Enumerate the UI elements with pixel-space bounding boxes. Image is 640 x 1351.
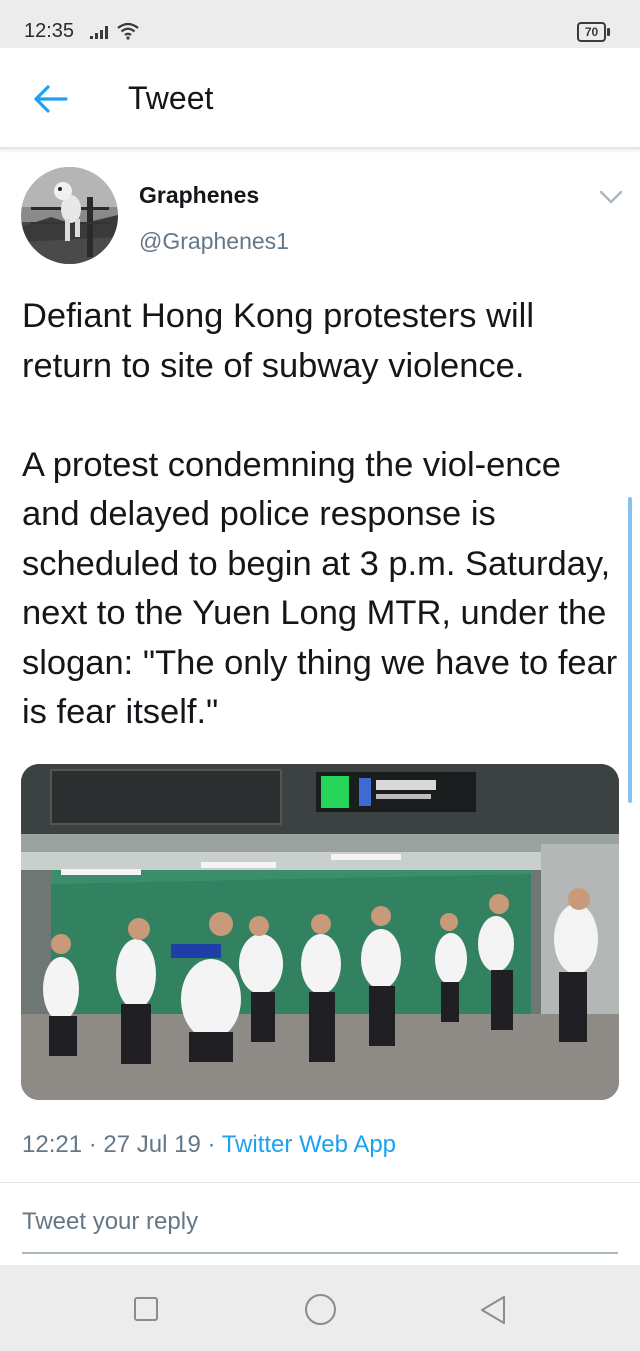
recent-apps-icon[interactable] (134, 1297, 158, 1321)
signal-icon (90, 26, 108, 39)
arrow-left-icon (34, 85, 68, 113)
separator: · (207, 1131, 216, 1158)
separator: · (88, 1131, 97, 1158)
tweet-date: 27 Jul 19 (103, 1131, 201, 1158)
tweet-paragraph: Defiant Hong Kong protesters will return… (22, 297, 535, 385)
tweet-options-button[interactable] (596, 186, 626, 208)
tweet-media-photo[interactable] (21, 764, 619, 1100)
avatar[interactable] (21, 167, 118, 264)
scrollbar[interactable] (628, 497, 632, 803)
system-nav-bar (0, 1265, 640, 1351)
reply-input[interactable] (22, 1204, 618, 1254)
wifi-icon (117, 22, 139, 40)
divider (0, 1182, 640, 1183)
back-triangle-icon[interactable] (478, 1294, 508, 1326)
tweet-metadata: 12:21 · 27 Jul 19 · Twitter Web App (22, 1131, 396, 1159)
status-time: 12:35 (24, 20, 75, 42)
author-name[interactable]: Graphenes (139, 182, 259, 209)
app-header: Tweet (0, 48, 640, 149)
author-handle[interactable]: @Graphenes1 (139, 228, 289, 255)
tweet-paragraph: A protest condemning the viol-ence and d… (22, 445, 618, 732)
chevron-down-icon (599, 190, 623, 204)
back-button[interactable] (26, 76, 78, 122)
tweet-source-link[interactable]: Twitter Web App (222, 1131, 396, 1158)
tweet-time: 12:21 (22, 1131, 83, 1158)
home-icon[interactable] (305, 1294, 336, 1325)
battery-icon: 70 (577, 22, 610, 42)
battery-level: 70 (577, 22, 606, 42)
status-bar: 12:35 70 (0, 0, 640, 48)
page-title: Tweet (128, 80, 214, 116)
tweet-text: Defiant Hong Kong protesters will return… (22, 292, 622, 738)
